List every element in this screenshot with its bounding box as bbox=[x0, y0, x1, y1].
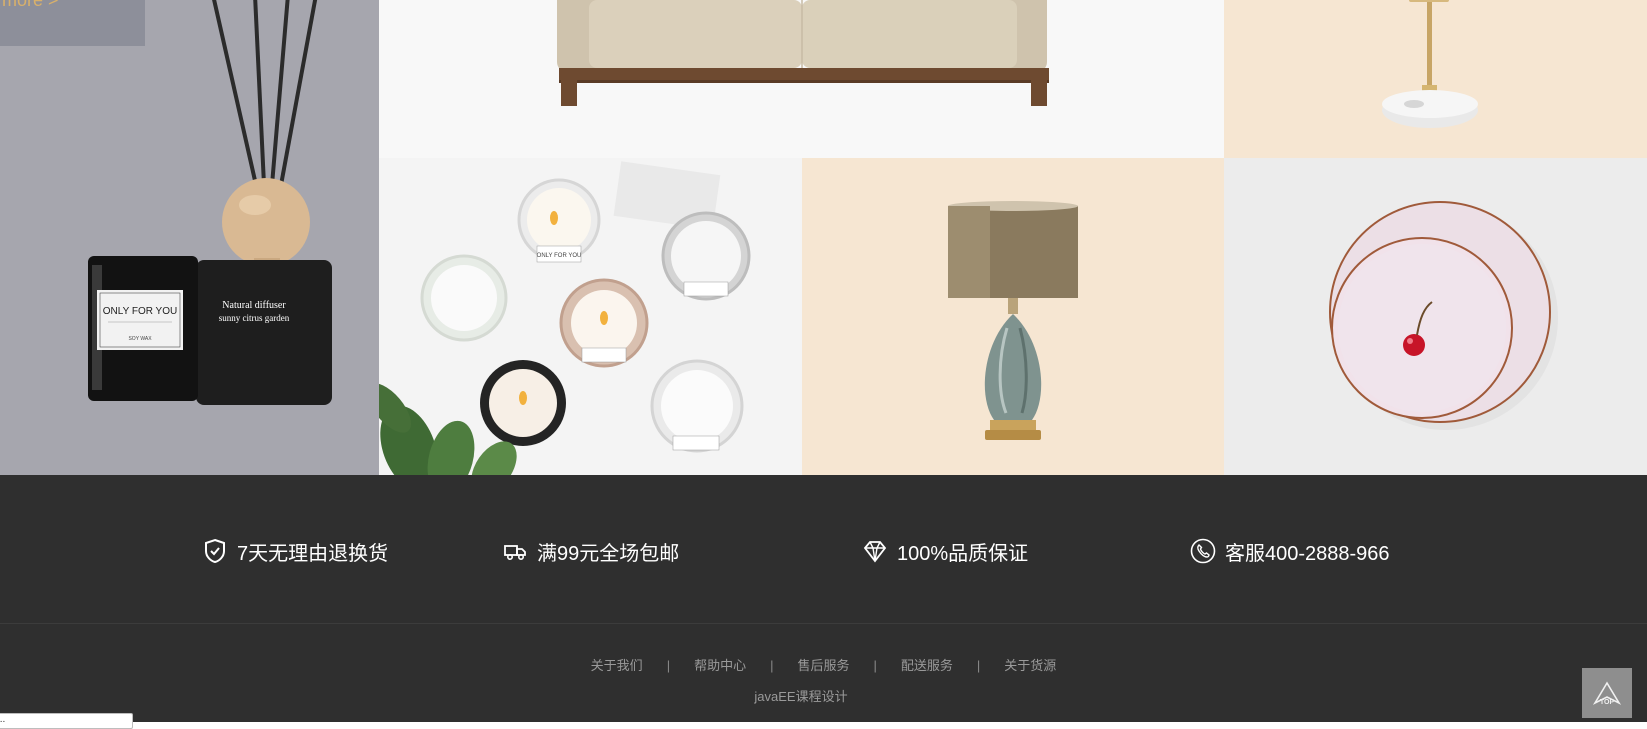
footer-links: 关于我们 | 帮助中心 | 售后服务 | 配送服务 | 关于货源 bbox=[0, 655, 1647, 674]
footer-separator: | bbox=[873, 658, 877, 673]
sofa-image bbox=[557, 0, 1049, 106]
footer-link-about-us[interactable]: 关于我们 bbox=[591, 658, 643, 673]
site-footer: 7天无理由退换货 满99元全场包邮 100%品质保证 客服400-2888-96… bbox=[0, 475, 1647, 722]
footer-separator: | bbox=[666, 658, 671, 673]
product-gallery: more > Natural diffuser sunny citrus gar… bbox=[0, 0, 1647, 475]
product-tile-diffuser[interactable]: more > Natural diffuser sunny citrus gar… bbox=[0, 0, 379, 475]
footer-separator: | bbox=[976, 658, 981, 673]
service-shipping-label: 满99元全场包邮 bbox=[537, 542, 680, 565]
product-tile-stand[interactable] bbox=[1224, 0, 1647, 158]
service-quality: 100%品质保证 bbox=[862, 537, 1028, 565]
diffuser-label-line2: sunny citrus garden bbox=[219, 313, 290, 323]
footer-separator: | bbox=[770, 658, 774, 673]
service-returns: 7天无理由退换货 bbox=[202, 537, 388, 565]
service-shipping: 满99元全场包邮 bbox=[502, 537, 679, 565]
candle-jar-label: ONLY FOR YOU bbox=[537, 253, 582, 259]
status-bar-tooltip: ... bbox=[0, 713, 133, 729]
phone-icon bbox=[1190, 538, 1216, 564]
stand-image bbox=[1382, 0, 1478, 128]
footer-link-delivery[interactable]: 配送服务 bbox=[901, 658, 953, 673]
diamond-icon bbox=[862, 538, 888, 564]
lamp-image bbox=[948, 201, 1078, 440]
back-to-top-button[interactable]: TOP bbox=[1582, 668, 1632, 718]
diffuser-image: Natural diffuser sunny citrus garden ONL… bbox=[88, 0, 332, 405]
footer-link-help-center[interactable]: 帮助中心 bbox=[694, 658, 746, 673]
candle-label-title: ONLY FOR YOU bbox=[103, 306, 177, 317]
product-tile-plates[interactable] bbox=[1224, 158, 1647, 475]
footer-copyright: javaEE课程设计 bbox=[754, 689, 848, 704]
product-tile-sofa[interactable] bbox=[379, 0, 1224, 158]
product-tile-candles[interactable]: ONLY FOR YOU bbox=[379, 158, 802, 475]
service-hotline-label: 客服400-2888-966 bbox=[1225, 542, 1390, 565]
footer-link-after-sales[interactable]: 售后服务 bbox=[797, 658, 849, 673]
service-hotline: 客服400-2888-966 bbox=[1190, 537, 1390, 565]
service-returns-label: 7天无理由退换货 bbox=[237, 542, 389, 565]
service-quality-label: 100%品质保证 bbox=[897, 542, 1029, 565]
back-to-top-label: TOP bbox=[1599, 698, 1615, 706]
truck-icon bbox=[502, 538, 528, 564]
candles-image: ONLY FOR YOU bbox=[379, 158, 802, 475]
plates-image bbox=[1329, 201, 1558, 430]
product-tile-lamp[interactable] bbox=[802, 158, 1224, 475]
diffuser-label-line1: Natural diffuser bbox=[222, 300, 286, 311]
service-promises: 7天无理由退换货 满99元全场包邮 100%品质保证 客服400-2888-96… bbox=[0, 475, 1647, 623]
footer-divider bbox=[0, 623, 1647, 624]
candle-label-sub: SOY WAX bbox=[128, 336, 152, 342]
shield-check-icon bbox=[202, 538, 228, 564]
footer-link-sourcing[interactable]: 关于货源 bbox=[1004, 658, 1056, 673]
